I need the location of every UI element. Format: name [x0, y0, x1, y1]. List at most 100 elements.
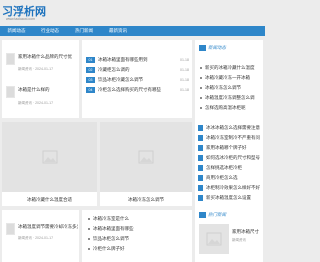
list-item[interactable]: 如何选冰冷柜的尺寸和型号 [198, 155, 260, 162]
list-item[interactable]: 商用冷柜怎么选 [198, 175, 260, 182]
rank-badge: 03 [86, 77, 95, 83]
main-nav: 新闻动态 行业动态 热门新闻 最新资讯 [0, 26, 265, 36]
list-item-title[interactable]: 冰箱冰箱里面有哪些 [93, 226, 188, 232]
list-item-title[interactable]: 冷柜怎么选择购买的尺寸有哪些 [98, 87, 173, 93]
list-item[interactable]: 04 冷柜怎么选择购买的尺寸有哪些 01-18 [86, 87, 190, 94]
section-header: 新闻动态 [199, 45, 259, 51]
list-item-title[interactable]: 新买的冰箱冷藏什么温度 [205, 65, 261, 71]
list-item[interactable]: 冰箱冰箱里面有哪些 [88, 226, 188, 233]
list-item-title[interactable]: 冰箱冷藏冷冻一开冰箱 [205, 75, 261, 81]
list-item[interactable]: 冰箱冷冻怎么调节 [200, 85, 260, 92]
list-item[interactable]: 02 冷藏柜怎么调的 01-18 [86, 67, 190, 74]
rank-badge [198, 195, 203, 201]
article-title[interactable]: 冰箱是什么样的 [18, 87, 78, 93]
list-item-title[interactable]: 冷柜什么牌子好 [93, 246, 188, 252]
nav-item-3[interactable]: 热门新闻 [67, 26, 101, 36]
rank-badge: 01 [86, 57, 95, 63]
article-meta: 新闻资讯 · 2024-01-17 [18, 101, 54, 105]
bottom-middle-list: 冰箱冷冻室是什么 冰箱冰箱里面有哪些 饮品冰柜怎么调节 冷柜什么牌子好 [82, 210, 192, 262]
article-meta: 新闻资讯 · 2024-01-17 [18, 67, 54, 71]
list-item-title[interactable]: 冰箱冷冻室制冷不严重有问题 [206, 135, 260, 141]
rank-badge [198, 145, 203, 151]
bullet-icon [200, 77, 202, 79]
bullet-icon [88, 248, 90, 250]
list-item[interactable]: 饮品冰柜怎么调节 [88, 236, 188, 243]
list-item-title[interactable]: 冰柜制冷效果怎么样好不好 [206, 185, 260, 191]
image-placeholder-icon [206, 232, 222, 246]
list-item[interactable]: 怎样挑选冰柜冷柜 [198, 165, 260, 172]
article-title[interactable]: 冰箱温度调节需要冷却冷冻多久 [18, 224, 78, 230]
right-sidebar: 新闻动态 新买的冰箱冷藏什么温度 冰箱冷藏冷冻一开冰箱 冰箱冷冻怎么调节 冰箱温… [195, 40, 263, 262]
bullet-icon [200, 87, 202, 89]
bullet-icon [88, 218, 90, 220]
list-item[interactable]: 冰箱冷冻室制冷不严重有问题 [198, 135, 260, 142]
nav-item-4[interactable]: 最新资讯 [101, 26, 135, 36]
list-item-title[interactable]: 怎样选购高温冰柜呢 [205, 105, 261, 111]
article-thumbnail[interactable] [6, 223, 15, 235]
card-image [2, 122, 97, 192]
bottom-article-column: 冰箱温度调节需要冷却冷冻多久 新闻资讯 · 2024-01-17 [2, 210, 79, 262]
list-item-date: 01-18 [180, 88, 189, 92]
bullet-icon [88, 228, 90, 230]
article-meta: 新闻资讯 · 2024-01-17 [18, 236, 54, 240]
list-item-title[interactable]: 商用冷柜怎么选 [206, 175, 260, 181]
list-item-title[interactable]: 家用冰箱哪个牌子好 [206, 145, 260, 151]
rank-badge [198, 125, 203, 131]
list-item-title[interactable]: 冰箱冷冻室是什么 [93, 216, 188, 222]
list-item-title[interactable]: 冰箱冷冻怎么调节 [205, 85, 261, 91]
image-placeholder-icon [138, 150, 154, 164]
section-icon [199, 45, 206, 51]
list-item-title[interactable]: 怎样挑选冰柜冷柜 [206, 165, 260, 171]
bullet-icon [200, 107, 202, 109]
section-header: 热门新闻 [199, 212, 259, 218]
left-article-column: 家用冰箱什么品牌的尺寸优 新闻资讯 · 2024-01-17 冰箱是什么样的 新… [2, 40, 79, 118]
rank-badge [198, 165, 203, 171]
site-logo[interactable]: 习浮析网 www.taokaoxi.com [0, 0, 150, 26]
list-item-title[interactable]: 如何选冰冷柜的尺寸和型号 [206, 155, 260, 161]
logo-url: www.taokaoxi.com [6, 17, 35, 21]
list-item-date: 01-18 [180, 78, 189, 82]
list-item-title[interactable]: 新买冰箱温度怎么设置 [206, 195, 260, 201]
card-image [100, 122, 192, 192]
rank-badge [198, 135, 203, 141]
image-card[interactable]: 冰箱冷藏什么温度合适 [2, 122, 97, 206]
card-caption[interactable]: 冰箱冷藏什么温度合适 [2, 197, 97, 203]
list-item[interactable]: 新买冰箱温度怎么设置 [198, 195, 260, 202]
list-item-title[interactable]: 饮品冰柜冷藏怎么调节 [98, 77, 173, 83]
list-item[interactable]: 冰箱温度冷冻调整怎么调 [200, 95, 260, 102]
list-item[interactable]: 怎样选购高温冰柜呢 [200, 105, 260, 112]
rank-badge [198, 175, 203, 181]
article-thumbnail[interactable] [6, 53, 15, 65]
list-item-date: 01-18 [180, 68, 189, 72]
image-card[interactable]: 冰箱冷冻怎么调节 [100, 122, 192, 206]
nav-item-2[interactable]: 行业动态 [33, 26, 67, 36]
list-item-title[interactable]: 饮品冰柜怎么调节 [93, 236, 188, 242]
list-item[interactable]: 冰冰冰箱怎么选择需要注意什么 [198, 125, 260, 132]
list-item-title[interactable]: 冷藏柜怎么调的 [98, 67, 173, 73]
list-item-date: 01-18 [180, 58, 189, 62]
list-item[interactable]: 冷柜什么牌子好 [88, 246, 188, 253]
list-item-title[interactable]: 冰箱温度冷冻调整怎么调 [205, 95, 261, 101]
list-item-title[interactable]: 冰箱冰箱里面有哪些用到 [98, 57, 173, 63]
list-item[interactable]: 家用冰箱哪个牌子好 [198, 145, 260, 152]
bullet-icon [200, 97, 202, 99]
list-item[interactable]: 新买的冰箱冷藏什么温度 [200, 65, 260, 72]
article-thumbnail[interactable] [6, 86, 15, 98]
image-placeholder-icon [42, 150, 57, 164]
list-item-title[interactable]: 冰冰冰箱怎么选择需要注意什么 [206, 125, 260, 131]
list-item[interactable]: 冰箱冷冻室是什么 [88, 216, 188, 223]
list-item[interactable]: 03 饮品冰柜冷藏怎么调节 01-18 [86, 77, 190, 84]
card-caption[interactable]: 冰箱冷冻怎么调节 [100, 197, 192, 203]
hot-article-image[interactable] [199, 224, 229, 254]
section-icon [199, 212, 206, 218]
middle-list-column: 01 冰箱冰箱里面有哪些用到 01-18 02 冷藏柜怎么调的 01-18 03… [82, 40, 192, 118]
article-title[interactable]: 家用冰箱尺寸 [232, 229, 262, 235]
bullet-icon [200, 67, 202, 69]
list-item[interactable]: 冰柜制冷效果怎么样好不好 [198, 185, 260, 192]
article-title[interactable]: 家用冰箱什么品牌的尺寸优 [18, 54, 78, 60]
list-item[interactable]: 冰箱冷藏冷冻一开冰箱 [200, 75, 260, 82]
rank-badge [198, 155, 203, 161]
bullet-icon [88, 238, 90, 240]
list-item[interactable]: 01 冰箱冰箱里面有哪些用到 01-18 [86, 57, 190, 64]
nav-item-1[interactable]: 新闻动态 [0, 26, 33, 36]
